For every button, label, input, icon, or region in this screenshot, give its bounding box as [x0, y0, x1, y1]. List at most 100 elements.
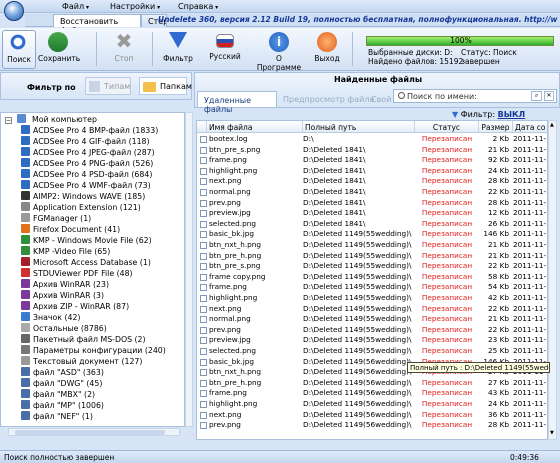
- tree-item[interactable]: Архив ZIP - WinRAR (87): [21, 301, 129, 312]
- row-checkbox[interactable]: [200, 220, 207, 228]
- row-checkbox[interactable]: [200, 252, 207, 260]
- table-row[interactable]: btn_pre_s.png D:\Deleted 1841\ Перезаписан…: [197, 145, 547, 156]
- table-row[interactable]: next.png D:\Deleted 1149(56wedding)\ Перез…: [197, 410, 547, 421]
- table-header-status[interactable]: Статус: [415, 121, 479, 133]
- row-checkbox[interactable]: [200, 178, 207, 186]
- row-checkbox[interactable]: [200, 390, 207, 398]
- about-button[interactable]: i О Программе: [254, 30, 304, 72]
- tree-item[interactable]: файл "MP" (1006): [21, 400, 104, 411]
- exit-button[interactable]: Выход: [310, 30, 344, 69]
- table-row[interactable]: normal.png D:\Deleted 1149(55wedding)\ Пер…: [197, 314, 547, 325]
- tab-properties[interactable]: Свойства: [371, 95, 391, 104]
- table-row[interactable]: btn_pre_s.png D:\Deleted 1149(55wedding)\…: [197, 261, 547, 272]
- menu-settings[interactable]: Настройки: [110, 2, 160, 11]
- table-row[interactable]: frame.png D:\Deleted 1149(55wedding)\ Пере…: [197, 282, 547, 293]
- row-checkbox[interactable]: [200, 379, 207, 387]
- tree-item[interactable]: ACDSee Pro 4 GIF-файл (118): [21, 136, 150, 147]
- table-row[interactable]: bootex.log D:\ Перезаписан 2 Kb 2011-11-: [197, 134, 547, 145]
- tree-item[interactable]: Application Extension (121): [21, 202, 141, 213]
- search-go-icon[interactable]: ⌕: [531, 91, 542, 101]
- tree-item[interactable]: Значок (42): [21, 312, 80, 323]
- table-vertical-scrollbar[interactable]: ▲ ▼: [548, 120, 557, 440]
- row-checkbox[interactable]: [200, 199, 207, 207]
- scroll-down-icon[interactable]: ▼: [550, 430, 555, 438]
- table-header-name[interactable]: Имя файла: [207, 121, 303, 133]
- table-row[interactable]: highlight.png D:\Deleted 1149(55wedding)\…: [197, 293, 547, 304]
- tree-item[interactable]: Текстовый документ (127): [21, 356, 142, 367]
- table-row[interactable]: basic_bk.jpg D:\Deleted 1149(55wedding)\ П…: [197, 229, 547, 240]
- search-button[interactable]: Поиск: [2, 30, 36, 69]
- tree-item[interactable]: KMP - Windows Movie File (62): [21, 235, 152, 246]
- tree-item[interactable]: файл "ASD" (363): [21, 367, 104, 378]
- table-header-date[interactable]: Дата со: [513, 121, 547, 133]
- table-row[interactable]: prev.png D:\Deleted 1149(55wedding)\ Перез…: [197, 325, 547, 336]
- table-row[interactable]: btn_nxt_h.png D:\Deleted 1149(55wedding)\…: [197, 240, 547, 251]
- row-checkbox[interactable]: [200, 146, 207, 154]
- table-row[interactable]: highlight.png D:\Deleted 1841\ Перезаписан…: [197, 166, 547, 177]
- tree-item[interactable]: ACDSee Pro 4 WMF-файл (73): [21, 180, 151, 191]
- tab-file-preview[interactable]: Предпросмотр файла: [283, 95, 374, 104]
- tree-scroll-thumb[interactable]: [15, 430, 165, 435]
- table-row[interactable]: frame copy.png D:\Deleted 1149(55wedding)…: [197, 272, 547, 283]
- row-checkbox[interactable]: [200, 242, 207, 249]
- tab-deleted-files[interactable]: Удаленные файлы: [197, 91, 277, 114]
- row-checkbox[interactable]: [200, 422, 207, 430]
- row-checkbox[interactable]: [200, 401, 207, 408]
- table-row[interactable]: selected.png D:\Deleted 1149(55wedding)\ П…: [197, 346, 547, 357]
- tree-item[interactable]: файл "NEF" (1): [21, 411, 93, 422]
- tree-item[interactable]: ACDSee Pro 4 BMP-файл (1833): [21, 125, 158, 136]
- tree-root-my-computer[interactable]: − Мой компьютер: [5, 114, 97, 125]
- table-row[interactable]: selected.png D:\Deleted 1841\ Перезаписан 2…: [197, 219, 547, 230]
- tree-item[interactable]: Microsoft Access Database (1): [21, 257, 151, 268]
- scroll-up-icon[interactable]: ▲: [550, 122, 555, 130]
- language-dropdown[interactable]: Русский: [200, 30, 250, 69]
- tree-vertical-scrollbar[interactable]: [185, 112, 193, 427]
- name-search-input[interactable]: Поиск по имени: ⌕ ✕: [393, 89, 557, 103]
- row-checkbox[interactable]: [200, 284, 207, 292]
- tree-item[interactable]: STDUViewer PDF File (48): [21, 268, 133, 279]
- tab-recover-files[interactable]: Восстановить файлы: [53, 14, 141, 35]
- menu-file[interactable]: Файл: [62, 2, 89, 11]
- row-checkbox[interactable]: [200, 273, 207, 281]
- save-button[interactable]: Сохранить: [38, 30, 80, 69]
- row-checkbox[interactable]: [200, 295, 207, 302]
- tree-horizontal-scrollbar[interactable]: [8, 428, 180, 436]
- table-header-path[interactable]: Полный путь: [303, 121, 415, 133]
- row-checkbox[interactable]: [200, 337, 207, 345]
- tree-item[interactable]: ACDSee Pro 4 PSD-файл (684): [21, 169, 152, 180]
- tree-item[interactable]: FGManager (1): [21, 213, 91, 224]
- table-header-size[interactable]: Размер: [479, 121, 513, 133]
- row-checkbox[interactable]: [200, 189, 207, 196]
- tree-item[interactable]: ACDSee Pro 4 PNG-файл (526): [21, 158, 153, 169]
- menu-help[interactable]: Справка: [178, 2, 218, 11]
- row-checkbox[interactable]: [200, 305, 207, 313]
- row-checkbox[interactable]: [200, 157, 207, 165]
- stop-button[interactable]: ✖ Стоп: [104, 30, 144, 69]
- tree-item[interactable]: файл "MBX" (2): [21, 389, 95, 400]
- table-row[interactable]: highlight.png D:\Deleted 1149(56wedding)\…: [197, 399, 547, 410]
- tree-item[interactable]: ACDSee Pro 4 JPEG-файл (287): [21, 147, 155, 158]
- filter-status[interactable]: ▼ Фильтр: ВЫКЛ: [452, 110, 525, 119]
- table-row[interactable]: frame.png D:\Deleted 1149(56wedding)\ Пере…: [197, 388, 547, 399]
- tree-item[interactable]: Архив WinRAR (3): [21, 290, 104, 301]
- filter-button[interactable]: Фильтр: [160, 30, 196, 69]
- table-row[interactable]: next.png D:\Deleted 1841\ Перезаписан 28 Kb…: [197, 176, 547, 187]
- table-row[interactable]: normal.png D:\Deleted 1841\ Перезаписан 22 …: [197, 187, 547, 198]
- table-row[interactable]: prev.png D:\Deleted 1149(56wedding)\ Перез…: [197, 420, 547, 431]
- row-checkbox[interactable]: [200, 167, 207, 175]
- row-checkbox[interactable]: [200, 316, 207, 324]
- tree-item[interactable]: Параметры конфигурации (240): [21, 345, 166, 356]
- table-header-checkbox[interactable]: [197, 121, 207, 133]
- table-row[interactable]: preview.jpg D:\Deleted 1149(55wedding)\ Пе…: [197, 335, 547, 346]
- row-checkbox[interactable]: [200, 358, 207, 366]
- tree-item[interactable]: Пакетный файл MS-DOS (2): [21, 334, 146, 345]
- table-row[interactable]: btn_pre_h.png D:\Deleted 1149(56wedding)\…: [197, 378, 547, 389]
- filter-by-folders-button[interactable]: Папкам: [139, 77, 192, 95]
- row-checkbox[interactable]: [200, 231, 207, 239]
- row-checkbox[interactable]: [200, 369, 207, 377]
- app-logo-icon[interactable]: [4, 1, 24, 21]
- collapse-icon[interactable]: −: [5, 117, 12, 124]
- tree-item[interactable]: AIMP2: Windows WAVE (185): [21, 191, 145, 202]
- tree-item[interactable]: файл "DWG" (45): [21, 378, 102, 389]
- table-row[interactable]: frame.png D:\Deleted 1841\ Перезаписан 92 K…: [197, 155, 547, 166]
